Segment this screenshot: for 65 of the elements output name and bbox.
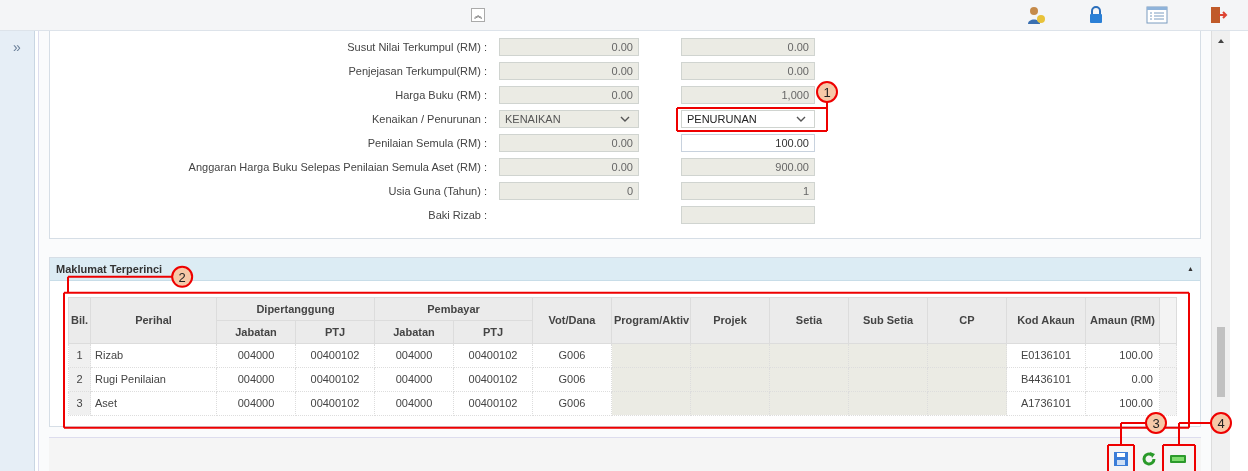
table-cell: Rugi Penilaian xyxy=(90,367,217,392)
input-field: 0.00 xyxy=(499,62,639,80)
list-icon[interactable] xyxy=(1146,5,1168,25)
panel-title: Maklumat Terperinci xyxy=(56,262,163,275)
save-icon[interactable] xyxy=(1113,451,1129,467)
column-header: Kod Akaun xyxy=(1006,297,1086,344)
column-header: Amaun (RM) xyxy=(1085,297,1160,344)
dropdown[interactable]: PENURUNAN xyxy=(681,110,815,128)
callout-number: 2 xyxy=(171,265,194,288)
column-header: Bil. xyxy=(68,297,91,344)
field-label: Baki Rizab : xyxy=(427,209,488,221)
table-cell: 00400102 xyxy=(453,391,533,416)
table-cell: Aset xyxy=(90,391,217,416)
scroll-up-arrow[interactable] xyxy=(1218,39,1224,43)
table-cell: Rizab xyxy=(90,343,217,368)
table-cell: 004000 xyxy=(216,367,296,392)
table-cell: 2 xyxy=(68,367,91,392)
table-cell: 1 xyxy=(68,343,91,368)
column-header: Vot/Dana xyxy=(532,297,612,344)
input-field: 0 xyxy=(499,182,639,200)
refresh-icon[interactable] xyxy=(1141,451,1157,467)
table-cell: G006 xyxy=(532,391,612,416)
dropdown: KENAIKAN xyxy=(499,110,639,128)
table-cell: A1736101 xyxy=(1006,391,1086,416)
input-field[interactable]: 100.00 xyxy=(681,134,815,152)
table-cell: 00400102 xyxy=(295,391,375,416)
table-cell: 00400102 xyxy=(453,367,533,392)
table-cell: B4436101 xyxy=(1006,367,1086,392)
column-header: Setia xyxy=(769,297,849,344)
field-label: Anggaran Harga Buku Selepas Penilaian Semula Aset (RM) : xyxy=(187,161,488,173)
field-label: Penilaian Semula (RM) : xyxy=(366,137,488,149)
input-field: 0.00 xyxy=(499,38,639,56)
input-field: 1,000 xyxy=(681,86,815,104)
column-header: Pembayar xyxy=(374,297,533,321)
field-label: Usia Guna (Tahun) : xyxy=(387,185,488,197)
input-field: 0.00 xyxy=(681,38,815,56)
table-cell: G006 xyxy=(532,367,612,392)
table-cell: 004000 xyxy=(374,391,454,416)
input-field: 1 xyxy=(681,182,815,200)
field-label: Susut Nilai Terkumpul (RM) : xyxy=(346,41,488,53)
field-label: Harga Buku (RM) : xyxy=(394,89,488,101)
exit-door-icon[interactable] xyxy=(1208,5,1228,25)
column-header: Projek xyxy=(690,297,770,344)
chevron-down-icon xyxy=(620,116,630,122)
table-cell: 004000 xyxy=(216,391,296,416)
table-cell: 3 xyxy=(68,391,91,416)
table-cell: 004000 xyxy=(374,367,454,392)
expand-button[interactable]: » xyxy=(13,39,21,55)
user-icon[interactable] xyxy=(1026,5,1046,25)
column-header: Sub Setia xyxy=(848,297,928,344)
field-label: Penjejasan Terkumpul(RM) : xyxy=(347,65,488,77)
input-field: 0.00 xyxy=(499,158,639,176)
column-header: Dipertanggung xyxy=(216,297,375,321)
input-field: 0.00 xyxy=(499,86,639,104)
column-header: Perihal xyxy=(90,297,217,344)
column-header: CP xyxy=(927,297,1007,344)
column-header: Program/Aktiv xyxy=(611,297,691,344)
scroll-thumb[interactable] xyxy=(1217,327,1225,397)
input-field: 900.00 xyxy=(681,158,815,176)
input-field: 0.00 xyxy=(499,134,639,152)
input-field: 0.00 xyxy=(681,62,815,80)
collapse-button[interactable]: ︽ xyxy=(471,8,485,22)
field-label: Kenaikan / Penurunan : xyxy=(371,113,488,125)
chevron-down-icon xyxy=(796,116,806,122)
table-cell: 00400102 xyxy=(295,367,375,392)
